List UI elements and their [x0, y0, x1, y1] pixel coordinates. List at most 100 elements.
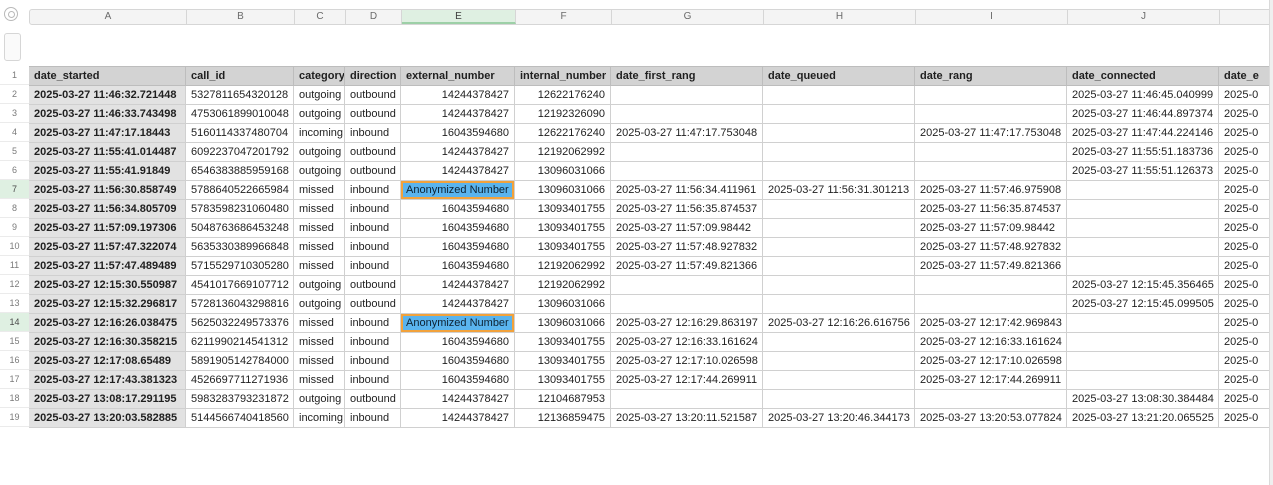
table-cell[interactable]: 2025-0 [1219, 333, 1273, 352]
table-cell[interactable]: 2025-03-27 11:57:49.821366 [611, 257, 763, 276]
table-cell[interactable] [763, 371, 915, 390]
column-header-c[interactable]: C [295, 10, 346, 24]
table-cell[interactable] [915, 295, 1067, 314]
table-cell[interactable]: 2025-03-27 11:56:35.874537 [611, 200, 763, 219]
table-cell[interactable] [763, 105, 915, 124]
table-cell[interactable]: outgoing [294, 105, 345, 124]
row-number-3[interactable]: 3 [0, 104, 29, 123]
table-cell[interactable] [1067, 219, 1219, 238]
row-number-19[interactable]: 19 [0, 408, 29, 427]
table-cell[interactable]: 2025-03-27 13:21:20.065525 [1067, 409, 1219, 428]
row-number-13[interactable]: 13 [0, 294, 29, 313]
table-cell[interactable]: missed [294, 352, 345, 371]
table-cell[interactable]: missed [294, 314, 345, 333]
table-cell[interactable]: missed [294, 257, 345, 276]
table-cell[interactable]: 2025-0 [1219, 105, 1273, 124]
table-cell[interactable]: 2025-0 [1219, 371, 1273, 390]
row-number-6[interactable]: 6 [0, 161, 29, 180]
table-cell[interactable]: 2025-03-27 11:56:31.301213 [763, 181, 915, 200]
table-cell[interactable]: 2025-03-27 13:08:17.291195 [29, 390, 186, 409]
table-cell[interactable] [763, 295, 915, 314]
column-header-i[interactable]: I [916, 10, 1068, 24]
table-cell[interactable] [915, 105, 1067, 124]
table-cell[interactable]: 2025-03-27 12:17:44.269911 [915, 371, 1067, 390]
header-cell[interactable]: internal_number [515, 67, 611, 86]
column-header-f[interactable]: F [516, 10, 612, 24]
table-cell[interactable]: 16043594680 [401, 333, 515, 352]
table-cell[interactable]: inbound [345, 314, 401, 333]
table-cell[interactable]: 5788640522665984 [186, 181, 294, 200]
select-all-icon[interactable] [4, 7, 18, 21]
table-cell[interactable]: 2025-03-27 11:56:30.858749 [29, 181, 186, 200]
row-number-12[interactable]: 12 [0, 275, 29, 294]
table-cell[interactable]: 5715529710305280 [186, 257, 294, 276]
table-cell[interactable]: 2025-03-27 12:17:10.026598 [611, 352, 763, 371]
table-cell[interactable]: 5728136043298816 [186, 295, 294, 314]
table-cell[interactable]: 5783598231060480 [186, 200, 294, 219]
table-cell[interactable]: 5983283793231872 [186, 390, 294, 409]
header-cell[interactable]: date_rang [915, 67, 1067, 86]
table-cell[interactable]: 16043594680 [401, 124, 515, 143]
row-number-9[interactable]: 9 [0, 218, 29, 237]
header-cell[interactable]: date_connected [1067, 67, 1219, 86]
row-number-1[interactable]: 1 [0, 66, 29, 85]
header-cell[interactable]: external_number [401, 67, 515, 86]
table-cell[interactable]: 2025-03-27 12:15:30.550987 [29, 276, 186, 295]
row-number-17[interactable]: 17 [0, 370, 29, 389]
table-cell[interactable]: 2025-03-27 13:20:11.521587 [611, 409, 763, 428]
table-cell[interactable]: 13093401755 [515, 333, 611, 352]
table-cell[interactable]: 2025-03-27 12:15:45.356465 [1067, 276, 1219, 295]
header-cell[interactable]: date_first_rang [611, 67, 763, 86]
table-cell[interactable]: 13093401755 [515, 352, 611, 371]
table-cell[interactable]: inbound [345, 181, 401, 200]
table-cell[interactable]: 4541017669107712 [186, 276, 294, 295]
table-cell[interactable] [763, 238, 915, 257]
table-cell[interactable]: 2025-0 [1219, 219, 1273, 238]
table-cell[interactable] [1067, 238, 1219, 257]
table-cell[interactable]: 2025-03-27 11:46:44.897374 [1067, 105, 1219, 124]
column-header-d[interactable]: D [346, 10, 402, 24]
table-cell[interactable] [1067, 181, 1219, 200]
table-cell[interactable]: 2025-03-27 12:16:26.038475 [29, 314, 186, 333]
row-number-4[interactable]: 4 [0, 123, 29, 142]
row-number-10[interactable]: 10 [0, 237, 29, 256]
table-cell[interactable]: 2025-03-27 11:55:51.126373 [1067, 162, 1219, 181]
table-cell[interactable]: 2025-03-27 12:17:44.269911 [611, 371, 763, 390]
table-cell[interactable]: 14244378427 [401, 295, 515, 314]
table-cell[interactable]: 2025-03-27 11:57:48.927832 [611, 238, 763, 257]
table-cell[interactable]: 14244378427 [401, 409, 515, 428]
table-cell[interactable]: outgoing [294, 86, 345, 105]
table-cell[interactable]: 2025-03-27 11:57:48.927832 [915, 238, 1067, 257]
table-cell[interactable] [915, 86, 1067, 105]
table-cell[interactable]: 2025-03-27 12:17:43.381323 [29, 371, 186, 390]
table-cell[interactable]: 2025-0 [1219, 124, 1273, 143]
table-cell[interactable]: 5625032249573376 [186, 314, 294, 333]
table-cell[interactable] [1067, 200, 1219, 219]
table-cell[interactable]: 16043594680 [401, 219, 515, 238]
table-cell[interactable]: 2025-03-27 11:57:09.98442 [915, 219, 1067, 238]
table-cell[interactable]: outbound [345, 143, 401, 162]
header-cell[interactable]: date_e [1219, 67, 1273, 86]
table-cell[interactable]: 2025-0 [1219, 238, 1273, 257]
table-cell[interactable]: 2025-03-27 11:47:17.18443 [29, 124, 186, 143]
table-cell[interactable] [915, 276, 1067, 295]
table-cell[interactable] [611, 143, 763, 162]
table-cell[interactable] [763, 219, 915, 238]
table-cell[interactable]: 2025-03-27 11:57:46.975908 [915, 181, 1067, 200]
table-cell[interactable]: 4753061899010048 [186, 105, 294, 124]
table-cell[interactable]: missed [294, 200, 345, 219]
row-number-7[interactable]: 7 [0, 180, 29, 199]
table-cell[interactable]: 2025-0 [1219, 162, 1273, 181]
selected-cell[interactable]: Anonymized Number [401, 181, 515, 200]
table-cell[interactable]: 2025-03-27 11:57:49.821366 [915, 257, 1067, 276]
table-cell[interactable]: 12192326090 [515, 105, 611, 124]
row-number-16[interactable]: 16 [0, 351, 29, 370]
table-cell[interactable]: missed [294, 219, 345, 238]
table-cell[interactable] [1067, 371, 1219, 390]
header-cell[interactable]: direction [345, 67, 401, 86]
table-cell[interactable]: 2025-03-27 11:46:33.743498 [29, 105, 186, 124]
table-cell[interactable]: 13096031066 [515, 295, 611, 314]
table-cell[interactable]: 2025-0 [1219, 409, 1273, 428]
table-cell[interactable]: 2025-03-27 11:47:17.753048 [611, 124, 763, 143]
table-cell[interactable]: 13093401755 [515, 238, 611, 257]
